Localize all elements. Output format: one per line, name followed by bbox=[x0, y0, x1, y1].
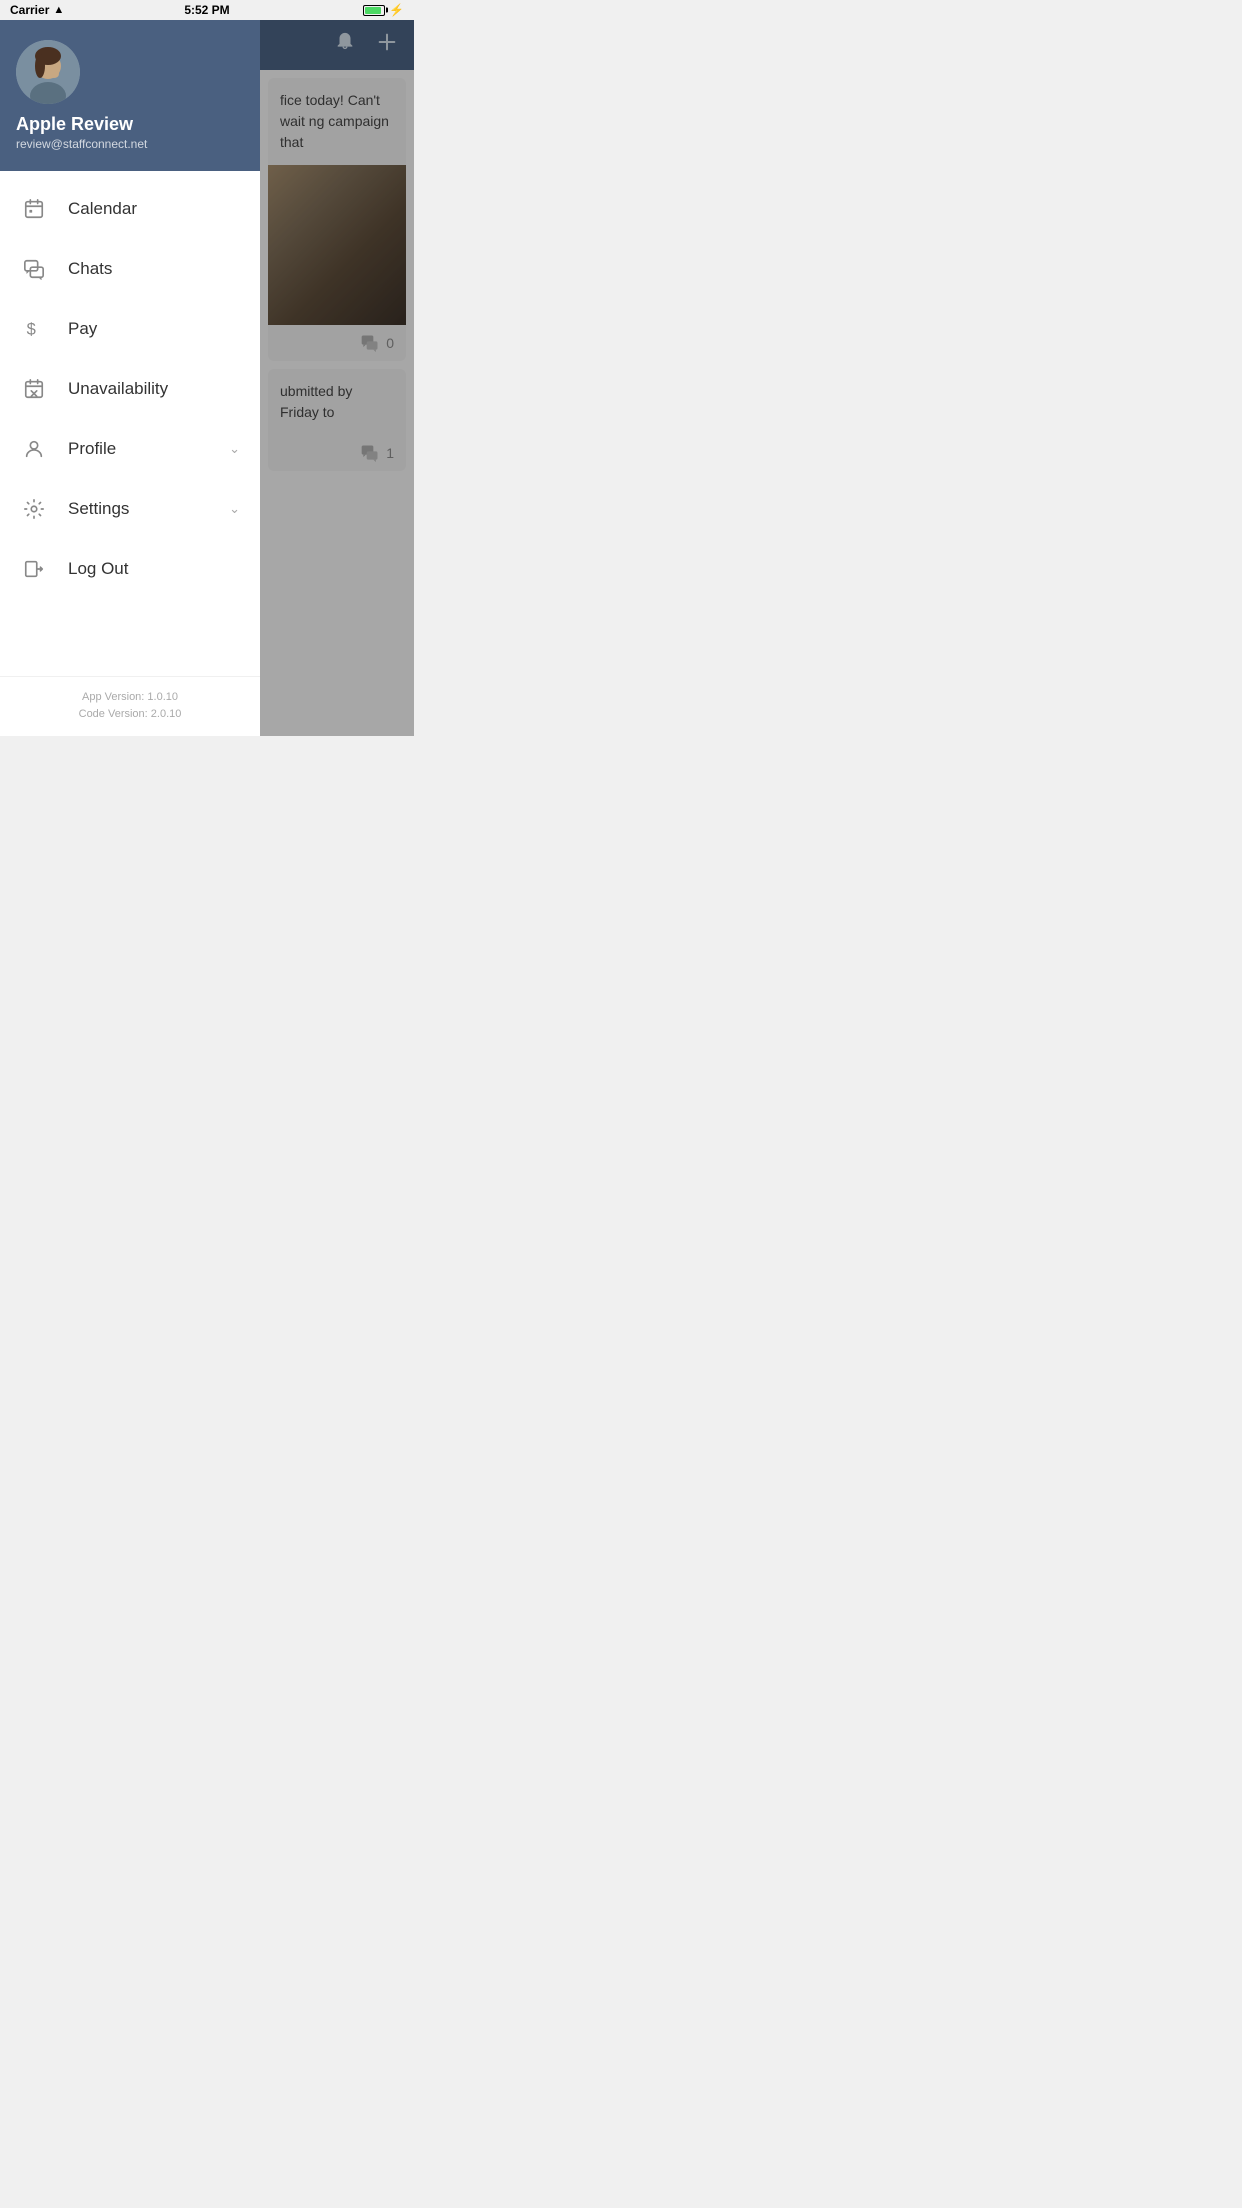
settings-icon bbox=[20, 495, 48, 523]
user-name: Apple Review bbox=[16, 114, 133, 135]
settings-chevron-icon: ⌄ bbox=[229, 501, 240, 517]
calendar-icon bbox=[20, 195, 48, 223]
logout-icon bbox=[20, 555, 48, 583]
unavailability-label: Unavailability bbox=[68, 379, 240, 399]
carrier-label: Carrier bbox=[10, 3, 49, 17]
chats-icon bbox=[20, 255, 48, 283]
battery-fill bbox=[365, 7, 381, 14]
sidebar-item-chats[interactable]: Chats bbox=[0, 239, 260, 299]
sidebar-item-logout[interactable]: Log Out bbox=[0, 539, 260, 599]
sidebar-item-pay[interactable]: $ Pay bbox=[0, 299, 260, 359]
navigation-drawer: Apple Review review@staffconnect.net Cal… bbox=[0, 20, 260, 736]
profile-chevron-icon: ⌄ bbox=[229, 441, 240, 457]
status-time: 5:52 PM bbox=[184, 3, 229, 17]
code-version: Code Version: 2.0.10 bbox=[16, 706, 244, 724]
settings-label: Settings bbox=[68, 499, 225, 519]
user-email: review@staffconnect.net bbox=[16, 137, 147, 151]
status-bar: Carrier ▲ 5:52 PM ⚡ bbox=[0, 0, 414, 20]
profile-label: Profile bbox=[68, 439, 225, 459]
chats-label: Chats bbox=[68, 259, 240, 279]
drawer-header: Apple Review review@staffconnect.net bbox=[0, 20, 260, 171]
drawer-menu: Calendar Chats $ bbox=[0, 171, 260, 676]
battery-icon bbox=[363, 5, 385, 16]
svg-text:$: $ bbox=[27, 321, 36, 339]
drawer-footer: App Version: 1.0.10 Code Version: 2.0.10 bbox=[0, 676, 260, 736]
sidebar-item-profile[interactable]: Profile ⌄ bbox=[0, 419, 260, 479]
status-right: ⚡ bbox=[363, 3, 404, 17]
app-version: App Version: 1.0.10 bbox=[16, 689, 244, 707]
sidebar-item-unavailability[interactable]: Unavailability bbox=[0, 359, 260, 419]
avatar bbox=[16, 40, 80, 104]
sidebar-item-settings[interactable]: Settings ⌄ bbox=[0, 479, 260, 539]
unavailability-icon bbox=[20, 375, 48, 403]
charging-icon: ⚡ bbox=[389, 3, 404, 17]
logout-label: Log Out bbox=[68, 559, 240, 579]
pay-label: Pay bbox=[68, 319, 240, 339]
pay-icon: $ bbox=[20, 315, 48, 343]
profile-icon bbox=[20, 435, 48, 463]
status-left: Carrier ▲ bbox=[10, 3, 64, 17]
sidebar-item-calendar[interactable]: Calendar bbox=[0, 179, 260, 239]
wifi-icon: ▲ bbox=[53, 4, 64, 16]
calendar-label: Calendar bbox=[68, 199, 240, 219]
